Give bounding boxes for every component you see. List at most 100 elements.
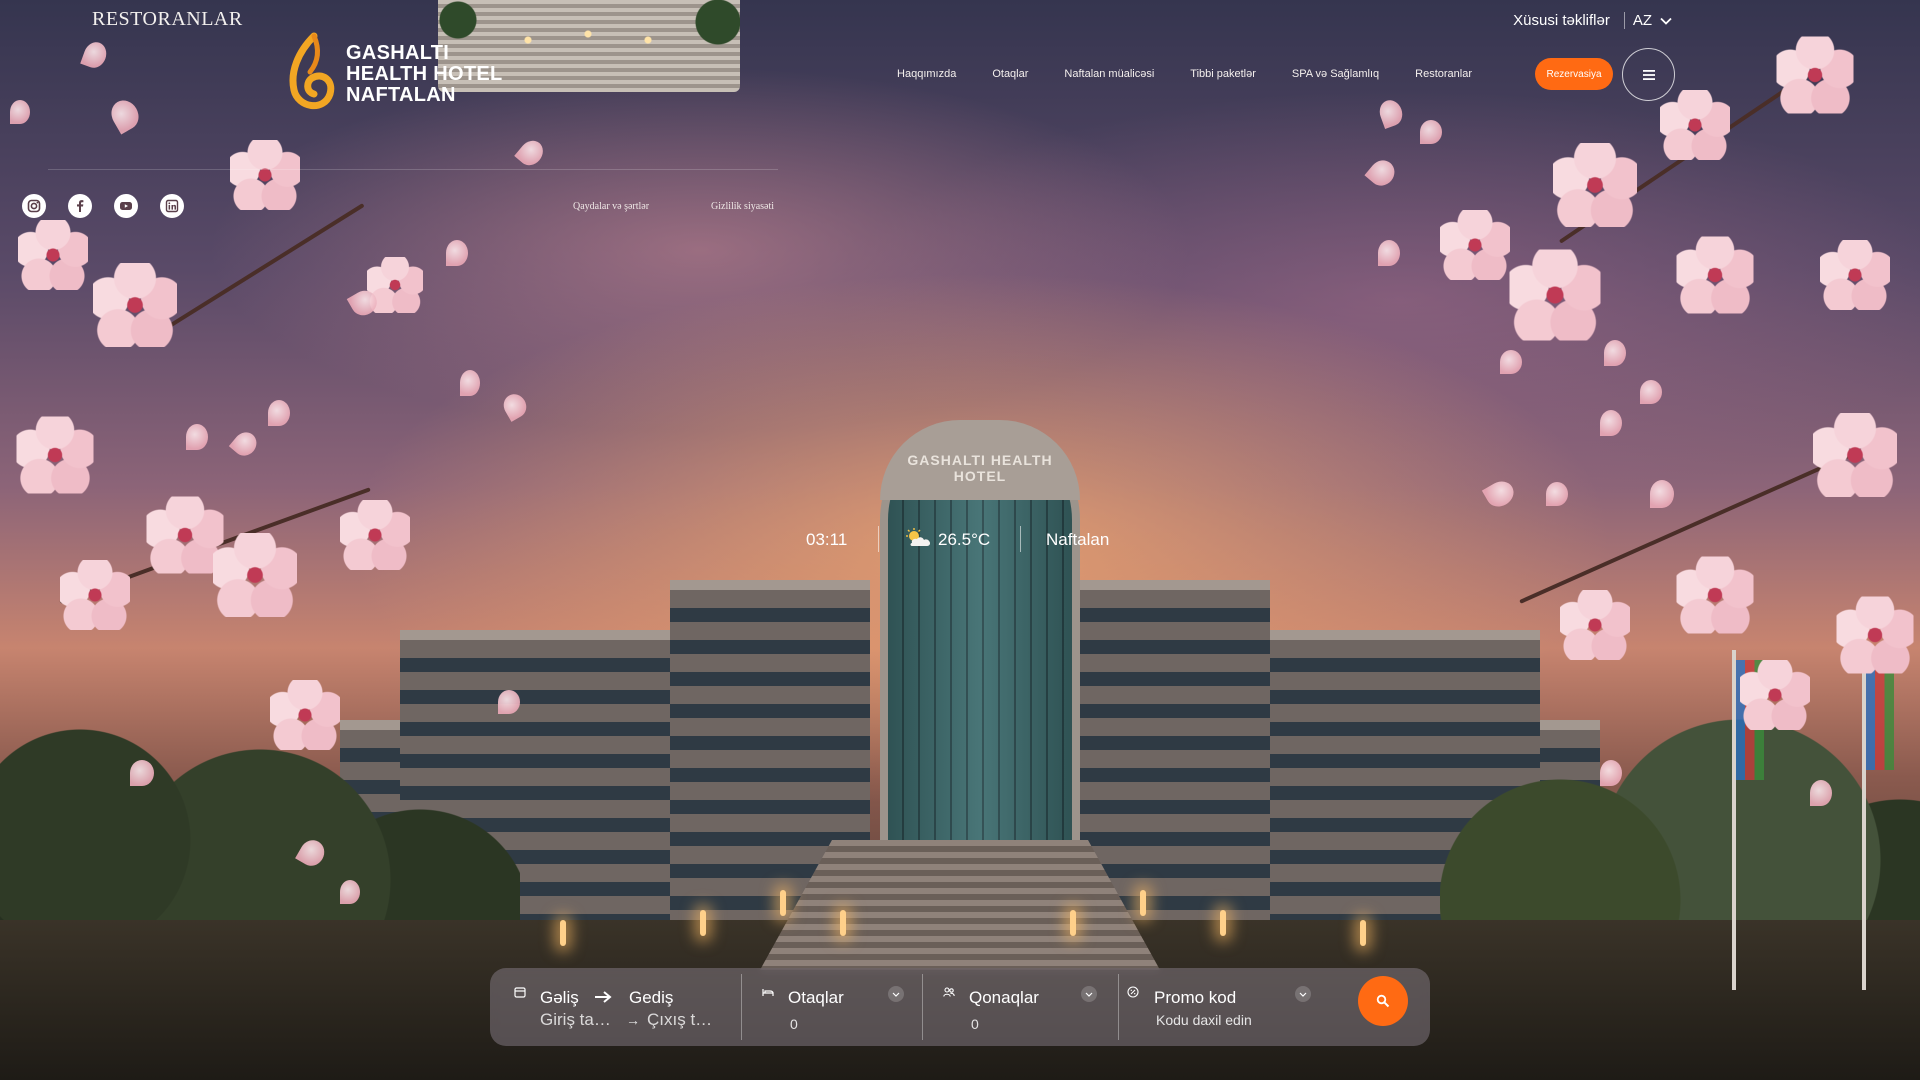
guests-dropdown-toggle[interactable] bbox=[1081, 986, 1097, 1002]
location: Naftalan bbox=[1046, 530, 1110, 549]
petal bbox=[1600, 760, 1622, 786]
logo-line-3: NAFTALAN bbox=[346, 83, 456, 106]
petal bbox=[1378, 240, 1400, 266]
promo-input[interactable]: Kodu daxil edin bbox=[1156, 1012, 1252, 1028]
temperature: 26.5°C bbox=[938, 530, 991, 549]
nav-item-restaurants[interactable]: Restoranlar bbox=[1415, 68, 1472, 80]
blossom bbox=[18, 220, 88, 290]
hamburger-icon bbox=[1642, 69, 1655, 80]
blossom bbox=[1440, 210, 1510, 280]
date-range-picker[interactable]: Gəliş Gediş Giriş ta… → Çıxış t… bbox=[490, 968, 740, 1046]
logo-line-2: HEALTH HOTEL bbox=[346, 62, 503, 85]
petal bbox=[268, 400, 290, 426]
chevron-down-icon bbox=[1660, 17, 1672, 25]
chevron-down-icon bbox=[892, 992, 900, 997]
blossom bbox=[1676, 236, 1754, 314]
chevron-down-icon bbox=[1299, 992, 1307, 997]
facebook-icon[interactable] bbox=[68, 194, 92, 218]
blossom bbox=[1820, 240, 1890, 310]
local-time: 03:11 bbox=[806, 530, 848, 549]
nav-item-spa[interactable]: SPA və Sağlamlıq bbox=[1292, 68, 1379, 80]
guests-selector[interactable]: Qonaqlar 0 bbox=[923, 968, 1109, 1046]
tag-icon bbox=[1127, 986, 1139, 998]
logo-mark-icon bbox=[284, 32, 340, 116]
arrow-right-small-icon: → bbox=[626, 1012, 640, 1028]
petal bbox=[1546, 482, 1568, 506]
partly-cloudy-icon bbox=[906, 528, 931, 546]
nav-item-medical-packages[interactable]: Tibbi paketlər bbox=[1190, 68, 1256, 80]
petal bbox=[10, 100, 30, 124]
petal bbox=[1640, 380, 1662, 404]
promo-label: Promo kod bbox=[1154, 988, 1237, 1007]
arrow-right-icon bbox=[594, 990, 612, 1008]
petal bbox=[1420, 120, 1442, 144]
brand-kicker: RESTORANLAR bbox=[92, 8, 243, 30]
blossom bbox=[270, 680, 340, 750]
departure-label: Gediş bbox=[629, 988, 674, 1007]
calendar-icon bbox=[514, 987, 526, 998]
petal bbox=[1604, 340, 1626, 366]
search-button[interactable] bbox=[1358, 976, 1408, 1026]
petal bbox=[446, 240, 468, 266]
fountain-lights bbox=[0, 880, 1920, 960]
rooms-value: 0 bbox=[790, 1016, 798, 1032]
petal bbox=[186, 424, 208, 450]
terms-link[interactable]: Qaydalar və şərtlər bbox=[573, 201, 649, 212]
nav-item-about[interactable]: Haqqımızda bbox=[897, 68, 956, 80]
blossom bbox=[1813, 413, 1897, 497]
blossom bbox=[93, 263, 177, 347]
blossom bbox=[1836, 596, 1914, 674]
blossom bbox=[230, 140, 300, 210]
blossom bbox=[1553, 143, 1637, 227]
privacy-link[interactable]: Gizlilik siyasəti bbox=[711, 201, 774, 212]
guests-value: 0 bbox=[971, 1016, 979, 1032]
reservation-button[interactable]: Rezervasiya bbox=[1535, 58, 1613, 90]
main-nav: Haqqımızda Otaqlar Naftalan müalicəsi Ti… bbox=[897, 68, 1472, 80]
petal bbox=[1600, 410, 1622, 436]
booking-bar: Gəliş Gediş Giriş ta… → Çıxış t… Otaqlar… bbox=[490, 968, 1430, 1046]
rooms-label: Otaqlar bbox=[788, 988, 844, 1007]
menu-button[interactable] bbox=[1622, 48, 1675, 101]
petal bbox=[1500, 350, 1522, 374]
nav-item-rooms[interactable]: Otaqlar bbox=[992, 68, 1028, 80]
checkout-date-input[interactable]: Çıxış t… bbox=[647, 1010, 721, 1030]
arrival-label: Gəliş bbox=[540, 988, 579, 1007]
hotel-logo[interactable]: GASHALTI HEALTH HOTEL NAFTALAN bbox=[284, 32, 503, 116]
youtube-icon[interactable] bbox=[114, 194, 138, 218]
hero-info-strip: 03:11 26.5°C Naftalan bbox=[0, 526, 1920, 554]
search-icon bbox=[1376, 994, 1390, 1008]
promo-dropdown-toggle[interactable] bbox=[1295, 986, 1311, 1002]
petal bbox=[1810, 780, 1832, 806]
nav-item-naftalan-treatment[interactable]: Naftalan müalicəsi bbox=[1064, 68, 1154, 80]
guests-icon bbox=[943, 987, 955, 997]
language-label: AZ bbox=[1632, 12, 1652, 29]
instagram-icon[interactable] bbox=[22, 194, 46, 218]
side-divider bbox=[48, 169, 778, 170]
language-selector[interactable]: AZ bbox=[1623, 12, 1672, 29]
guests-label: Qonaqlar bbox=[969, 988, 1039, 1007]
petal bbox=[130, 760, 154, 786]
linkedin-icon[interactable] bbox=[160, 194, 184, 218]
chevron-down-icon bbox=[1085, 992, 1093, 997]
special-offers-link[interactable]: Xüsusi təkliflər bbox=[1513, 12, 1610, 29]
logo-line-1: GASHALTI bbox=[346, 41, 450, 64]
petal bbox=[340, 880, 360, 904]
blossom bbox=[1660, 90, 1730, 160]
rooms-dropdown-toggle[interactable] bbox=[888, 986, 904, 1002]
logo-text: GASHALTI HEALTH HOTEL NAFTALAN bbox=[346, 41, 503, 106]
blossom bbox=[1776, 36, 1854, 114]
blossom bbox=[60, 560, 130, 630]
utility-bar: Xüsusi təkliflər AZ bbox=[1513, 12, 1672, 29]
petal bbox=[1650, 480, 1674, 508]
blossom bbox=[1509, 249, 1601, 341]
bed-icon bbox=[762, 989, 774, 996]
rooms-selector[interactable]: Otaqlar 0 bbox=[742, 968, 922, 1046]
blossom bbox=[16, 416, 94, 494]
petal bbox=[460, 370, 480, 396]
blossom bbox=[1676, 556, 1754, 634]
promo-code-field[interactable]: Promo kod Kodu daxil edin bbox=[1119, 968, 1339, 1046]
blossom bbox=[1560, 590, 1630, 660]
building-sign: GASHALTI HEALTH HOTEL bbox=[907, 452, 1053, 484]
checkin-date-input[interactable]: Giriş ta… bbox=[540, 1010, 616, 1030]
petal bbox=[498, 690, 520, 714]
